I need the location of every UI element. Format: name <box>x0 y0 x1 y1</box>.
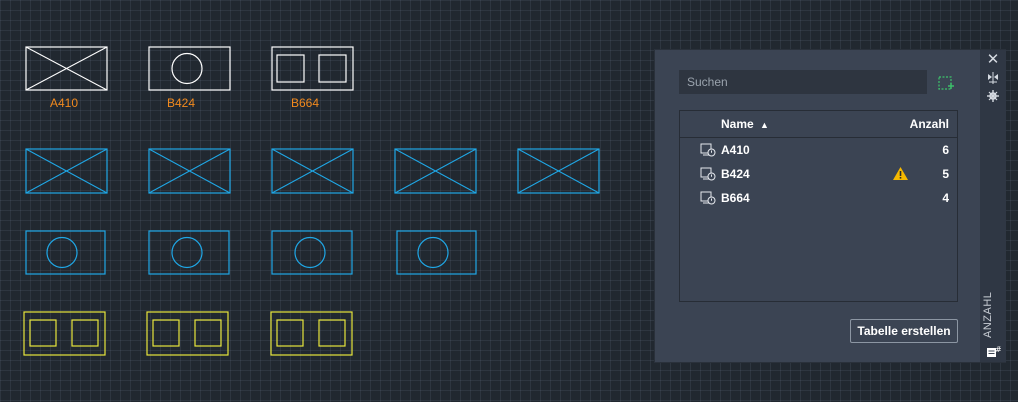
block-icon <box>700 143 716 157</box>
select-objects-icon[interactable] <box>937 74 955 92</box>
block-a410-instance[interactable] <box>148 148 232 194</box>
warning-icon[interactable] <box>892 166 909 181</box>
block-b424-instance[interactable] <box>396 230 480 276</box>
block-b664-reference[interactable] <box>271 46 355 92</box>
palette-title-bar[interactable]: ✕ ANZAHL # <box>980 50 1006 362</box>
block-b424-instance-shape <box>396 230 477 275</box>
palette-menu-icon[interactable]: # <box>985 344 1002 358</box>
block-a410-instance-shape <box>148 148 231 194</box>
block-a410-instance-shape <box>394 148 477 194</box>
list-item[interactable]: B664 4 <box>680 186 957 210</box>
block-icon <box>700 167 716 181</box>
list-header: Name ▲ Anzahl <box>680 111 957 138</box>
row-count: 4 <box>942 191 949 205</box>
close-icon[interactable]: ✕ <box>985 52 1001 67</box>
block-label-b424: B424 <box>167 96 196 110</box>
block-a410-instance-shape <box>271 148 354 194</box>
block-count-list: Name ▲ Anzahl A410 6 B424 5 B664 4 <box>679 110 958 302</box>
block-a410-instance[interactable] <box>271 148 355 194</box>
block-label-b664: B664 <box>291 96 320 110</box>
row-name: B424 <box>721 167 750 181</box>
block-b424-reference[interactable] <box>148 46 232 92</box>
row-name: B664 <box>721 191 750 205</box>
list-item[interactable]: B424 5 <box>680 162 957 186</box>
block-b424-instance[interactable] <box>271 230 355 276</box>
column-count-header[interactable]: Anzahl <box>910 117 949 131</box>
palette-title: ANZAHL <box>982 291 994 339</box>
block-b664-instance-shape <box>23 311 106 356</box>
block-a410-shape <box>25 46 108 91</box>
block-b664-shape <box>271 46 354 91</box>
block-label-a410: A410 <box>50 96 79 110</box>
column-name-header[interactable]: Name ▲ <box>721 117 769 131</box>
block-b424-instance[interactable] <box>25 230 109 276</box>
properties-icon[interactable] <box>985 89 1001 103</box>
block-a410-instance-shape <box>25 148 108 194</box>
search-input[interactable] <box>679 70 927 94</box>
block-b424-instance-shape <box>148 230 230 275</box>
svg-text:#: # <box>995 345 1001 354</box>
block-a410-instance[interactable] <box>517 148 601 194</box>
block-a410-instance[interactable] <box>394 148 478 194</box>
count-palette: Name ▲ Anzahl A410 6 B424 5 <box>654 49 1006 363</box>
block-b424-instance-shape <box>271 230 353 275</box>
block-b424-instance-shape <box>25 230 106 275</box>
block-a410-instance[interactable] <box>25 148 109 194</box>
row-count: 5 <box>942 167 949 181</box>
block-b424-shape <box>148 46 231 91</box>
create-table-button[interactable]: Tabelle erstellen <box>850 319 958 343</box>
block-b664-instance-shape <box>146 311 229 356</box>
block-b424-instance[interactable] <box>148 230 232 276</box>
sort-ascending-icon: ▲ <box>760 120 769 130</box>
list-item[interactable]: A410 6 <box>680 138 957 162</box>
block-b664-instance[interactable] <box>270 311 354 357</box>
row-count: 6 <box>942 143 949 157</box>
block-b664-instance-shape <box>270 311 353 356</box>
block-b664-instance[interactable] <box>23 311 107 357</box>
block-b664-instance[interactable] <box>146 311 230 357</box>
block-a410-instance-shape <box>517 148 600 194</box>
row-name: A410 <box>721 143 750 157</box>
block-icon <box>700 191 716 205</box>
block-a410-reference[interactable] <box>25 46 109 92</box>
autohide-icon[interactable] <box>985 71 1001 85</box>
